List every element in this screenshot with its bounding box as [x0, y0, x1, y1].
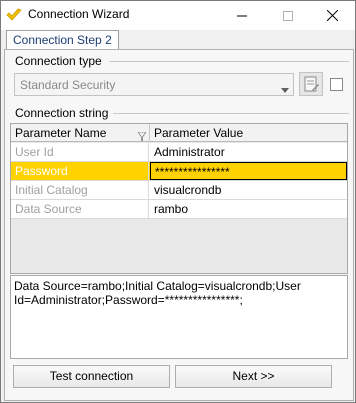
- table-row[interactable]: Password ****************: [11, 162, 347, 181]
- maximize-button[interactable]: [265, 1, 310, 30]
- parameter-name-cell: User Id: [11, 143, 149, 161]
- next-button[interactable]: Next >>: [175, 365, 332, 388]
- title-bar: Connection Wizard: [1, 1, 355, 30]
- column-header-parameter-value[interactable]: Parameter Value: [150, 124, 347, 142]
- connection-string-textbox[interactable]: Data Source=rambo;Initial Catalog=visual…: [10, 275, 348, 359]
- close-button[interactable]: [310, 1, 355, 30]
- connection-type-value: Standard Security: [20, 78, 116, 92]
- column-header-parameter-name[interactable]: Parameter Name: [11, 124, 150, 142]
- connection-type-dropdown[interactable]: Standard Security: [14, 73, 294, 96]
- minimize-button[interactable]: [219, 1, 264, 30]
- window-title: Connection Wizard: [28, 7, 130, 21]
- column-header-label: Parameter Name: [15, 126, 107, 140]
- connection-string-label: Connection string: [15, 106, 109, 120]
- test-connection-button[interactable]: Test connection: [13, 365, 170, 388]
- connection-type-label: Connection type: [15, 54, 102, 68]
- connection-type-checkbox[interactable]: [330, 78, 343, 91]
- close-icon: [327, 10, 338, 21]
- minimize-icon: [236, 15, 247, 16]
- divider: [113, 113, 349, 114]
- checkmark-logo-icon: [6, 7, 22, 23]
- tab-strip: Connection Step 2: [4, 30, 354, 50]
- grid-header: Parameter Name Parameter Value: [11, 124, 347, 142]
- chevron-down-icon: [281, 82, 289, 96]
- table-row[interactable]: User Id Administrator: [11, 143, 347, 162]
- table-row[interactable]: Initial Catalog visualcrondb: [11, 181, 347, 200]
- edit-document-icon: [304, 76, 319, 92]
- parameter-value-cell[interactable]: visualcrondb: [150, 181, 347, 199]
- connection-wizard-window: Connection Wizard Connection Step 2 Conn…: [0, 0, 356, 403]
- divider: [109, 61, 349, 62]
- maximize-icon: [282, 10, 293, 21]
- parameter-name-cell: Data Source: [11, 200, 149, 218]
- tab-connection-step-2[interactable]: Connection Step 2: [6, 30, 119, 50]
- parameter-grid: Parameter Name Parameter Value User Id A…: [10, 123, 348, 274]
- tab-panel: Connection type Standard Security Connec…: [4, 49, 354, 401]
- parameter-value-cell[interactable]: Administrator: [150, 143, 347, 161]
- parameter-name-cell: Password: [11, 162, 149, 180]
- table-row[interactable]: Data Source rambo: [11, 200, 347, 219]
- parameter-name-cell: Initial Catalog: [11, 181, 149, 199]
- edit-connection-button[interactable]: [299, 72, 323, 96]
- parameter-value-cell[interactable]: rambo: [150, 200, 347, 218]
- parameter-value-cell[interactable]: ****************: [150, 162, 347, 180]
